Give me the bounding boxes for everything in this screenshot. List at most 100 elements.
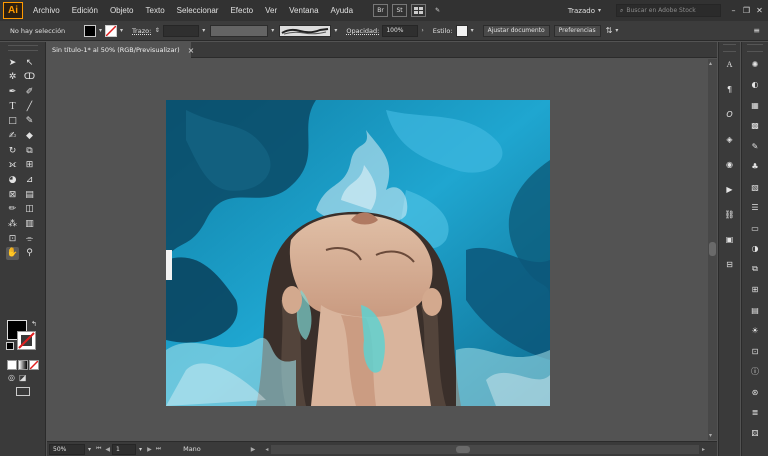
workspace-switcher[interactable]: Trazado ▾ [568,7,604,15]
shaper-icon[interactable]: ✍ [6,129,19,142]
scroll-right-arrow[interactable]: ▸ [702,446,705,453]
first-artboard-icon[interactable]: ⏮ [96,445,101,453]
lasso-icon[interactable]: ↀ [23,71,36,84]
actions-icon[interactable]: ▶ [723,183,737,195]
color-icon[interactable]: ◐ [748,79,762,91]
swap-fill-stroke-icon[interactable]: ↰ [31,320,37,328]
image-trace-icon[interactable]: ☀ [748,325,762,337]
variables-icon[interactable]: ⊡ [748,345,762,357]
scroll-thumb[interactable] [709,242,716,256]
scroll-down-arrow[interactable]: ▾ [709,432,712,439]
scroll-left-arrow[interactable]: ◂ [265,446,268,453]
line-icon[interactable]: ╱ [23,100,36,113]
scale-icon[interactable]: ⧉ [23,144,36,157]
eraser-icon[interactable]: ◆ [23,129,36,142]
color-mode-icon[interactable] [7,360,17,370]
zoom-field[interactable]: 50% [49,443,85,455]
paintbrush-icon[interactable]: ✎ [23,115,36,128]
opacity-field[interactable]: 100% [382,24,419,37]
menu-objeto[interactable]: Objeto [104,6,140,15]
fill-swatch[interactable] [84,24,96,37]
minimize-icon[interactable]: – [727,6,740,15]
chevron-down-icon[interactable]: ▾ [202,27,205,34]
shape-builder-icon[interactable]: ◕ [6,174,19,187]
menu-texto[interactable]: Texto [140,6,171,15]
menu-seleccionar[interactable]: Seleccionar [171,6,225,15]
draw-inside-icon[interactable]: ◪ [19,373,27,382]
stroke-weight-field[interactable] [163,24,200,37]
color-guide-icon[interactable]: ▦ [748,99,762,111]
stock-search-field[interactable]: ⌕ Buscar en Adobe Stock [616,4,721,17]
document-tab[interactable]: Sin título-1* al 50% (RGB/Previsualizar)… [47,42,194,58]
arrange-icon[interactable]: ⇅ [606,26,613,35]
graphic-styles-icon[interactable]: ▧ [748,181,762,193]
mesh-icon[interactable]: ⊠ [6,188,19,201]
free-transform-icon[interactable]: ⊞ [23,159,36,172]
stock-button[interactable]: St [392,4,408,17]
gradient-panel-icon[interactable]: ▭ [748,222,762,234]
artboard-icon[interactable]: ⊡ [6,232,19,245]
properties-icon[interactable]: ✺ [748,58,762,70]
symbol-sprayer-icon[interactable]: ⁂ [6,218,19,231]
stroke-label[interactable]: Trazo: [132,27,151,35]
next-artboard-icon[interactable]: ▶ [147,446,152,453]
selection-icon[interactable]: ➤ [6,56,19,69]
menu-ayuda[interactable]: Ayuda [325,6,360,15]
menu-ver[interactable]: Ver [259,6,283,15]
navigator-icon[interactable]: ⊛ [748,386,762,398]
horizontal-scrollbar[interactable] [271,444,699,454]
chevron-down-icon[interactable]: ▾ [99,27,102,34]
screen-mode-icon[interactable] [16,387,30,396]
document-setup-button[interactable]: Ajustar documento [482,24,550,37]
magic-wand-icon[interactable]: ✲ [6,71,19,84]
tools-grip[interactable] [8,45,38,51]
graph-icon[interactable]: ▥ [23,218,36,231]
stroke-weight-stepper[interactable]: ⇕ [153,27,161,34]
default-fill-stroke-icon[interactable] [6,342,14,350]
vertical-scrollbar[interactable]: ▴ ▾ [708,59,717,440]
slice-icon[interactable]: ⌯ [23,232,36,245]
previous-artboard-icon[interactable]: ◀ [105,446,110,453]
chevron-down-icon[interactable]: ▾ [271,27,274,34]
arrange-documents-icon[interactable] [411,4,427,17]
zoom-icon[interactable]: ⚲ [23,247,36,260]
perspective-icon[interactable]: ⊿ [23,174,36,187]
chevron-down-icon[interactable]: ▾ [334,27,337,34]
libraries-icon[interactable]: ▣ [723,233,737,245]
variable-width-profile[interactable] [210,24,269,37]
blend-icon[interactable]: ◫ [23,203,36,216]
panel-grip[interactable] [747,44,763,52]
chevron-down-icon[interactable]: ▾ [139,446,142,453]
layers-icon[interactable]: ◈ [723,133,737,145]
width-icon[interactable]: ⟗ [6,159,19,172]
chevron-down-icon[interactable]: ▾ [88,446,91,453]
status-menu-icon[interactable]: ▶ [251,446,256,453]
hand-icon[interactable]: ✋ [6,246,19,260]
eyedropper-icon[interactable]: ✏ [6,203,19,216]
magic-wand-panel-icon[interactable]: ⚄ [748,427,762,439]
brush-definition[interactable] [279,24,332,37]
brushes-icon[interactable]: ✎ [748,140,762,152]
chevron-down-icon[interactable]: ▾ [471,27,474,34]
links-icon[interactable]: ⛓ [723,208,737,220]
appearance-icon[interactable]: ◉ [723,158,737,170]
opacity-label[interactable]: Opacidad: [346,27,379,35]
graphic-style-swatch[interactable] [455,24,468,37]
transparency-icon[interactable]: ◑ [748,243,762,255]
chevron-down-icon[interactable]: ▾ [615,27,618,34]
chevron-down-icon[interactable]: ▾ [120,27,123,34]
swatches-icon[interactable]: ▩ [748,120,762,132]
preferences-button[interactable]: Preferencias [553,24,601,37]
menu-efecto[interactable]: Efecto [224,6,259,15]
stroke-icon[interactable]: ☰ [748,202,762,214]
rectangle-icon[interactable]: □ [6,115,19,128]
gradient-icon[interactable]: ▤ [23,188,36,201]
document-info-icon[interactable]: ⓘ [748,366,762,378]
asset-export-icon[interactable]: ⊞ [748,284,762,296]
brush-sync-icon[interactable]: ✎ [430,4,445,17]
rotate-icon[interactable]: ↻ [6,144,19,157]
horizontal-scroll-thumb[interactable] [456,445,471,453]
opentype-icon[interactable]: O [723,108,737,120]
drawing-mode-icon[interactable]: ◎ [8,373,15,382]
menu-edicion[interactable]: Edición [66,6,104,15]
